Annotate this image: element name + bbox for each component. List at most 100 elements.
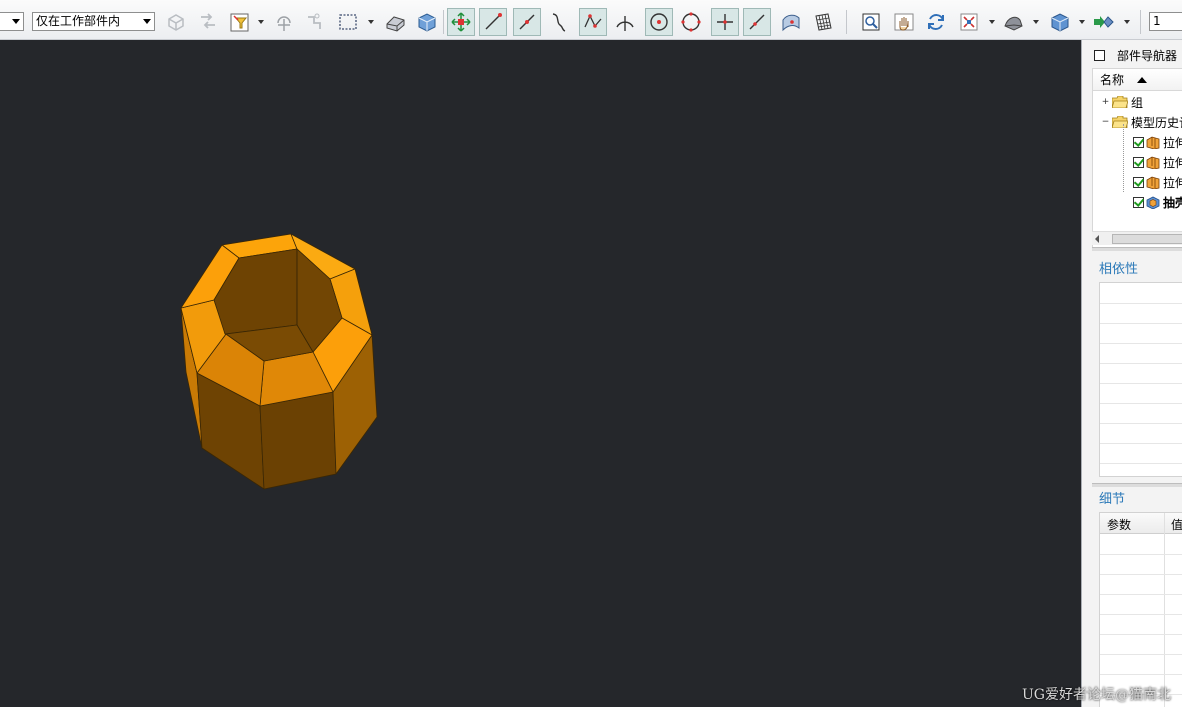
snap-midpoint-button[interactable] <box>513 8 541 36</box>
feature-visible-checkbox[interactable] <box>1133 136 1144 148</box>
extrude-icon <box>1146 156 1160 169</box>
outer-side-face <box>259 391 337 490</box>
render-style-button[interactable] <box>999 8 1027 36</box>
select-arrows-icon <box>201 13 215 29</box>
tree-node-extrude-2[interactable]: 拉伸 <box>1133 152 1182 172</box>
part-navigator-header[interactable]: 部件导航器 <box>1094 46 1177 64</box>
orient-view-button[interactable] <box>1046 8 1074 36</box>
chevron-down-icon <box>12 19 20 24</box>
view-cube-icon <box>1051 13 1069 32</box>
body-select-button[interactable] <box>413 8 441 36</box>
fit-arrows-icon <box>960 13 978 31</box>
grid-icon <box>815 13 832 31</box>
tree-node-extrude-3[interactable]: 拉伸 <box>1133 172 1182 192</box>
expand-icon[interactable]: + <box>1101 97 1110 107</box>
pin-checkbox[interactable] <box>1094 49 1105 61</box>
tree-node-shell[interactable]: 抽壳 <box>1133 192 1182 212</box>
sort-ascending-icon <box>1137 76 1148 83</box>
face-select-button[interactable] <box>381 8 409 36</box>
solid-body-icon <box>418 13 436 32</box>
folder-open-icon <box>1112 116 1128 128</box>
snap-bounded-grid-button[interactable] <box>809 8 837 36</box>
work-layer-value: 1 <box>1153 14 1161 28</box>
assembly-icon <box>168 14 184 31</box>
shaded-shape-icon <box>1004 16 1023 31</box>
folder-icon <box>1112 96 1128 108</box>
chevron-down-icon <box>1124 20 1130 24</box>
plus-point-icon <box>717 14 733 30</box>
snap-intersection-button[interactable] <box>579 8 607 36</box>
tree-node-label: 拉伸 <box>1163 175 1182 190</box>
chevron-down-icon <box>368 20 374 24</box>
extrude-icon <box>1146 136 1160 149</box>
tree-horizontal-scrollbar[interactable] <box>1092 231 1182 245</box>
fit-view-button[interactable] <box>955 8 983 36</box>
name-column-label: 名称 <box>1100 73 1125 87</box>
value-column-label[interactable]: 值 <box>1171 516 1182 533</box>
part-navigator-tree: 名称 + 组 − 模型历史记 拉伸 拉伸 拉伸 <box>1092 68 1182 250</box>
snap-point-on-surface-button[interactable] <box>777 8 805 36</box>
dashed-rectangle-icon <box>339 14 357 30</box>
snap-arc-button[interactable] <box>611 8 639 36</box>
collapse-icon[interactable]: − <box>1101 117 1110 127</box>
details-title[interactable]: 细节 <box>1099 488 1125 507</box>
octagonal-shell-part[interactable] <box>0 40 1081 707</box>
panel-splitter[interactable] <box>1092 247 1182 251</box>
snap-control-point-button[interactable] <box>545 8 573 36</box>
type-filter-button[interactable] <box>226 8 254 36</box>
pan-button[interactable] <box>890 8 918 36</box>
chain-select-button[interactable] <box>302 8 330 36</box>
name-column-header[interactable]: 名称 <box>1093 69 1182 91</box>
main-toolbar: 仅在工作部件内 1 <box>0 0 1182 40</box>
tree-node-label: 模型历史记 <box>1131 115 1182 130</box>
snap-endpoint-button[interactable] <box>479 8 507 36</box>
chevron-down-icon <box>989 20 995 24</box>
resource-panel: 部件导航器 名称 + 组 − 模型历史记 拉伸 拉伸 <box>1081 40 1182 707</box>
rotate-button[interactable] <box>922 8 950 36</box>
graphics-viewport[interactable] <box>0 40 1081 707</box>
scroll-thumb[interactable] <box>1112 234 1182 244</box>
snap-point-on-curve-button[interactable] <box>743 8 771 36</box>
zoom-fit-button[interactable] <box>857 8 885 36</box>
rectangle-select-button[interactable] <box>334 8 362 36</box>
solid-face-icon <box>386 16 405 32</box>
tree-node-group[interactable]: + 组 <box>1101 92 1182 112</box>
feature-visible-checkbox[interactable] <box>1133 156 1144 168</box>
chevron-down-icon <box>143 19 151 24</box>
snap-point-button[interactable] <box>270 8 298 36</box>
chevron-down-icon <box>1033 20 1039 24</box>
feature-visible-checkbox[interactable] <box>1133 176 1144 188</box>
tree-node-extrude-1[interactable]: 拉伸 <box>1133 132 1182 152</box>
part-navigator-title: 部件导航器 <box>1117 48 1178 63</box>
snap-quadrant-button[interactable] <box>677 8 705 36</box>
hand-icon <box>894 13 914 31</box>
feature-visible-checkbox[interactable] <box>1133 196 1144 208</box>
arrow-diamond-icon <box>1094 16 1114 28</box>
surface-point-icon <box>782 14 800 32</box>
snap-point-icon <box>277 16 291 31</box>
assembly-select-button[interactable] <box>162 8 190 36</box>
rotate-icon <box>928 14 944 30</box>
selection-scope-dropdown[interactable]: 仅在工作部件内 <box>32 12 155 31</box>
tree-node-label: 拉伸 <box>1163 135 1182 150</box>
circle-center-icon <box>650 13 668 31</box>
chevron-down-icon <box>258 20 264 24</box>
snap-arc-center-button[interactable] <box>645 8 673 36</box>
panel-splitter[interactable] <box>1092 483 1182 487</box>
tree-node-label: 拉伸 <box>1163 155 1182 170</box>
dependencies-title[interactable]: 相依性 <box>1099 258 1138 277</box>
shell-icon <box>1146 196 1160 209</box>
arrow-select-button[interactable] <box>194 8 222 36</box>
tree-node-model-history[interactable]: − 模型历史记 <box>1101 112 1182 132</box>
snap-existing-point-button[interactable] <box>711 8 739 36</box>
filter-dropdown[interactable] <box>0 12 24 31</box>
work-layer-field[interactable]: 1 <box>1149 12 1182 31</box>
selection-priority-button[interactable] <box>1089 8 1117 36</box>
point-on-curve-icon <box>749 14 765 30</box>
scroll-left-icon[interactable] <box>1095 235 1099 243</box>
snap-all-button[interactable] <box>447 8 475 36</box>
param-column-label[interactable]: 参数 <box>1107 516 1131 533</box>
tree-node-label: 组 <box>1131 95 1144 110</box>
filter-funnel-icon <box>230 13 249 32</box>
midpoint-icon <box>519 14 535 30</box>
